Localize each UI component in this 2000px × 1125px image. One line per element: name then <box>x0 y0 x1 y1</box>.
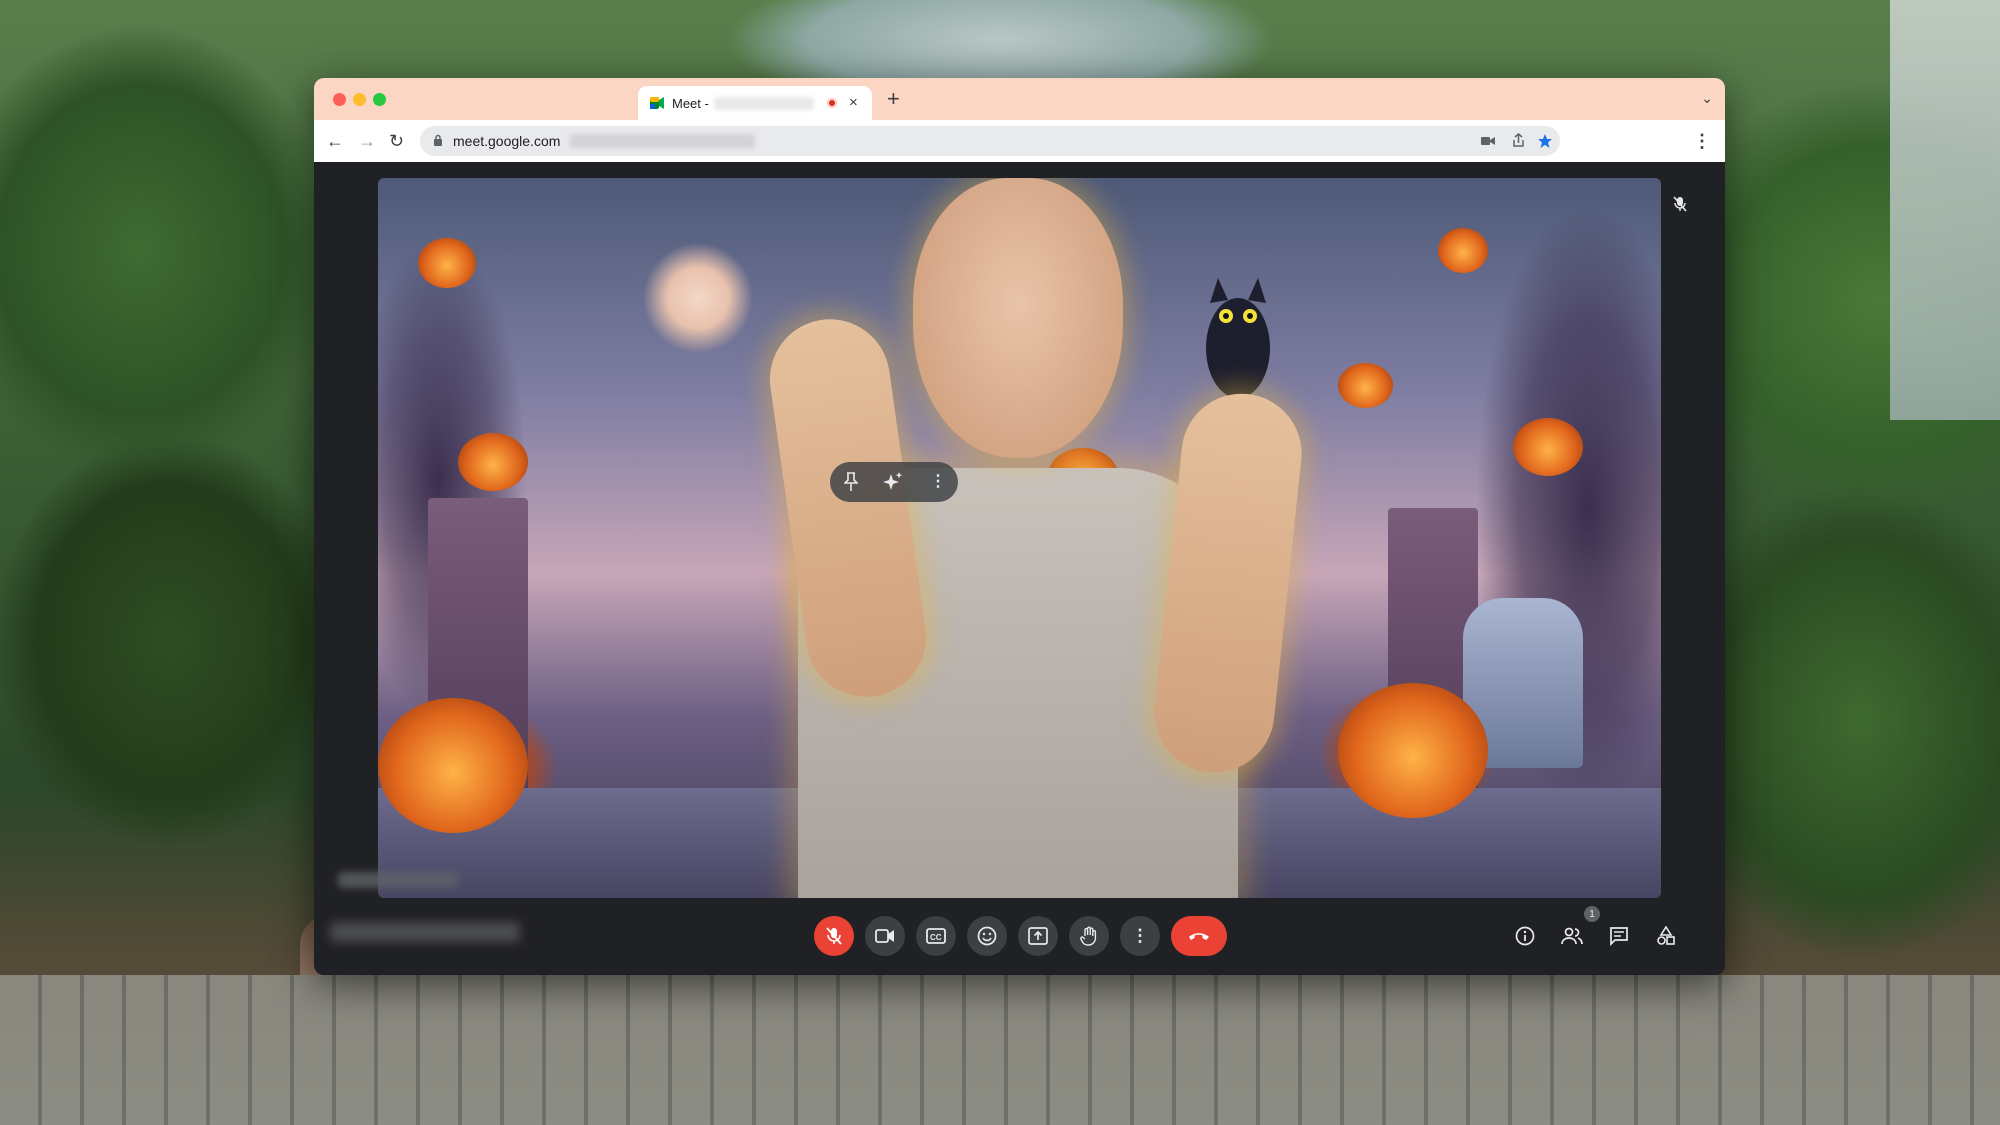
meeting-details-button[interactable] <box>1509 920 1541 952</box>
hang-up-icon <box>1189 933 1209 940</box>
address-bar[interactable]: meet.google.com <box>420 126 1560 156</box>
meet-favicon-icon <box>650 97 664 109</box>
tab-title-redacted <box>714 97 814 110</box>
back-button[interactable]: ← <box>326 130 344 152</box>
raise-hand-button[interactable] <box>1069 916 1109 956</box>
call-controls-bar: CC ⋮ 1 <box>314 898 1725 975</box>
participant-video-tile[interactable]: ⋮ <box>378 178 1661 898</box>
meeting-details-redacted <box>330 922 520 942</box>
new-tab-button[interactable]: + <box>887 87 900 111</box>
browser-toolbar: ← → ↻ meet.google.com ⋮ <box>314 120 1725 162</box>
toggle-camera-button[interactable] <box>865 916 905 956</box>
pumpkin <box>378 698 528 833</box>
more-vert-icon: ⋮ <box>1131 926 1149 945</box>
present-now-button[interactable] <box>1018 916 1058 956</box>
participant-person <box>762 178 1308 898</box>
url-text: meet.google.com <box>453 133 561 149</box>
wallpaper-stone-wall <box>0 975 2000 1125</box>
tab-search-button[interactable]: ⌄ <box>1701 90 1713 107</box>
reactions-button[interactable] <box>967 916 1007 956</box>
hand-icon <box>1080 926 1097 946</box>
url-redacted <box>570 134 755 148</box>
chat-button[interactable] <box>1603 920 1635 952</box>
pumpkin <box>1338 683 1488 818</box>
info-icon <box>1515 926 1535 946</box>
close-window-button[interactable] <box>333 93 346 106</box>
share-icon[interactable] <box>1512 133 1525 148</box>
zoom-window-button[interactable] <box>373 93 386 106</box>
lock-icon <box>434 134 442 146</box>
tab-strip: Meet - × + ⌄ <box>314 78 1725 120</box>
bookmark-star-icon[interactable] <box>1537 133 1553 149</box>
tile-hover-controls: ⋮ <box>830 462 958 502</box>
tab-title: Meet - <box>672 96 709 111</box>
toggle-microphone-button[interactable] <box>814 916 854 956</box>
minimize-window-button[interactable] <box>353 93 366 106</box>
closed-captions-icon: CC <box>926 928 946 944</box>
reload-button[interactable]: ↻ <box>389 130 404 152</box>
wallpaper-house <box>1890 0 2000 420</box>
captions-button[interactable]: CC <box>916 916 956 956</box>
browser-menu-button[interactable]: ⋮ <box>1693 130 1711 152</box>
activities-button[interactable] <box>1650 920 1682 952</box>
leave-call-button[interactable] <box>1171 916 1227 956</box>
pumpkin <box>1338 363 1393 408</box>
pumpkin <box>418 238 476 288</box>
pumpkin <box>1513 418 1583 476</box>
tab-close-button[interactable]: × <box>849 93 858 113</box>
meet-stage: ⋮ CC ⋮ 1 <box>314 162 1725 975</box>
activities-shapes-icon <box>1657 926 1675 945</box>
present-screen-icon <box>1028 927 1048 945</box>
participant-head <box>913 178 1123 458</box>
pumpkin <box>458 433 528 491</box>
camera-in-use-icon[interactable] <box>1481 135 1495 147</box>
pumpkin <box>1438 228 1488 273</box>
people-icon <box>1561 927 1583 945</box>
microphone-off-icon <box>826 927 842 945</box>
pin-icon[interactable] <box>844 472 858 492</box>
tab-meet[interactable]: Meet - × <box>638 86 872 120</box>
emoji-icon <box>977 926 997 946</box>
sparkle-icon[interactable] <box>882 471 904 493</box>
more-options-button[interactable]: ⋮ <box>1120 916 1160 956</box>
svg-text:CC: CC <box>930 933 942 942</box>
tile-more-options-button[interactable]: ⋮ <box>930 471 946 493</box>
participant-name-redacted <box>338 872 458 888</box>
forward-button[interactable]: → <box>358 130 376 152</box>
camera-icon <box>875 929 894 943</box>
participant-muted-icon <box>1673 196 1687 212</box>
people-button[interactable] <box>1556 920 1588 952</box>
chat-icon <box>1610 927 1628 946</box>
browser-window: Meet - × + ⌄ ← → ↻ meet.google.com ⋮ ⋮ C… <box>314 78 1725 975</box>
recording-indicator-icon <box>827 98 837 108</box>
